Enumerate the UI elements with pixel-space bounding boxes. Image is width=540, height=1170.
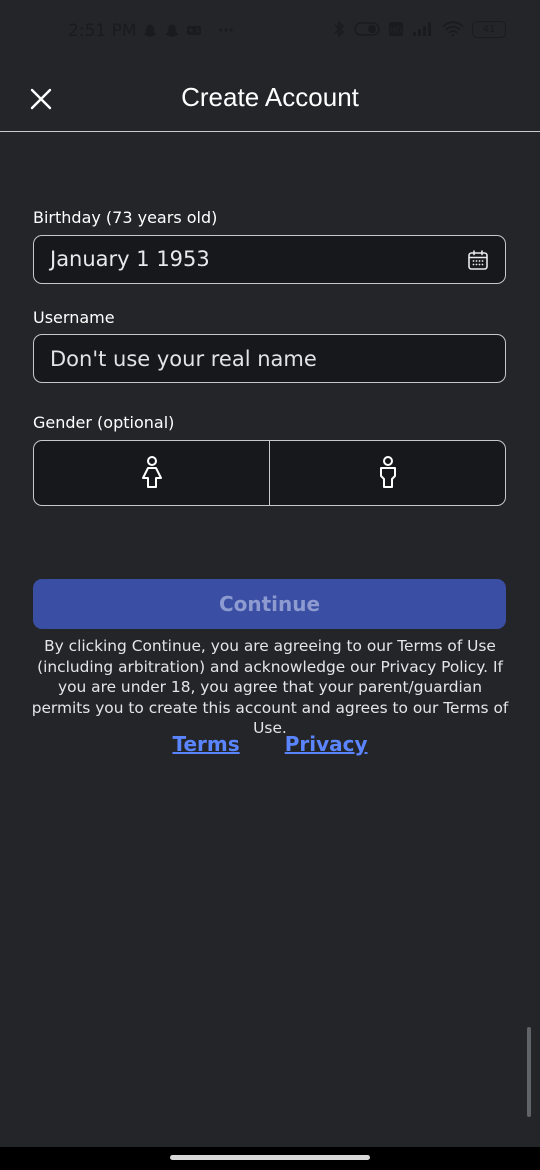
status-system-icons: HD 41 <box>332 20 506 38</box>
wifi-icon <box>442 21 464 37</box>
birthday-value: January 1 1953 <box>50 247 210 271</box>
more-notifications-indicator: ··· <box>218 23 234 39</box>
data-icon: HD <box>389 22 403 36</box>
gender-option-male[interactable] <box>269 441 505 505</box>
continue-button[interactable]: Continue <box>33 579 506 629</box>
status-notification-icons: ··· <box>142 22 234 40</box>
bluetooth-icon <box>334 20 345 38</box>
home-indicator[interactable] <box>170 1155 370 1160</box>
status-time: 2:51 PM <box>68 21 137 41</box>
privacy-link[interactable]: Privacy <box>285 732 368 756</box>
snapchat-icon <box>143 24 157 38</box>
female-icon <box>141 456 162 488</box>
game-controller-icon <box>187 26 201 35</box>
username-label: Username <box>33 308 115 327</box>
gender-label: Gender (optional) <box>33 413 175 432</box>
gender-selector <box>33 440 506 506</box>
legal-disclaimer: By clicking Continue, you are agreeing t… <box>31 637 509 737</box>
header-bar: Create Account <box>0 62 540 132</box>
battery-icon: 41 <box>472 20 506 38</box>
system-navigation-bar <box>0 1147 540 1170</box>
toggle-icon <box>354 22 380 36</box>
calendar-icon[interactable] <box>467 249 489 271</box>
signal-icon <box>413 22 431 36</box>
scrollbar[interactable] <box>527 1027 531 1117</box>
username-field-container <box>33 334 506 383</box>
male-icon <box>379 456 396 488</box>
svg-text:HD: HD <box>390 26 402 35</box>
birthday-field[interactable]: January 1 1953 <box>33 235 506 284</box>
gender-option-female[interactable] <box>34 441 269 505</box>
legal-links: Terms Privacy <box>0 732 540 756</box>
status-bar: 2:51 PM ··· HD 41 <box>0 0 540 62</box>
battery-level: 41 <box>482 23 496 35</box>
snapchat-icon <box>165 24 179 38</box>
birthday-label: Birthday (73 years old) <box>33 208 218 227</box>
username-input[interactable] <box>34 335 505 382</box>
page-title: Create Account <box>181 82 359 112</box>
terms-link[interactable]: Terms <box>172 732 239 756</box>
